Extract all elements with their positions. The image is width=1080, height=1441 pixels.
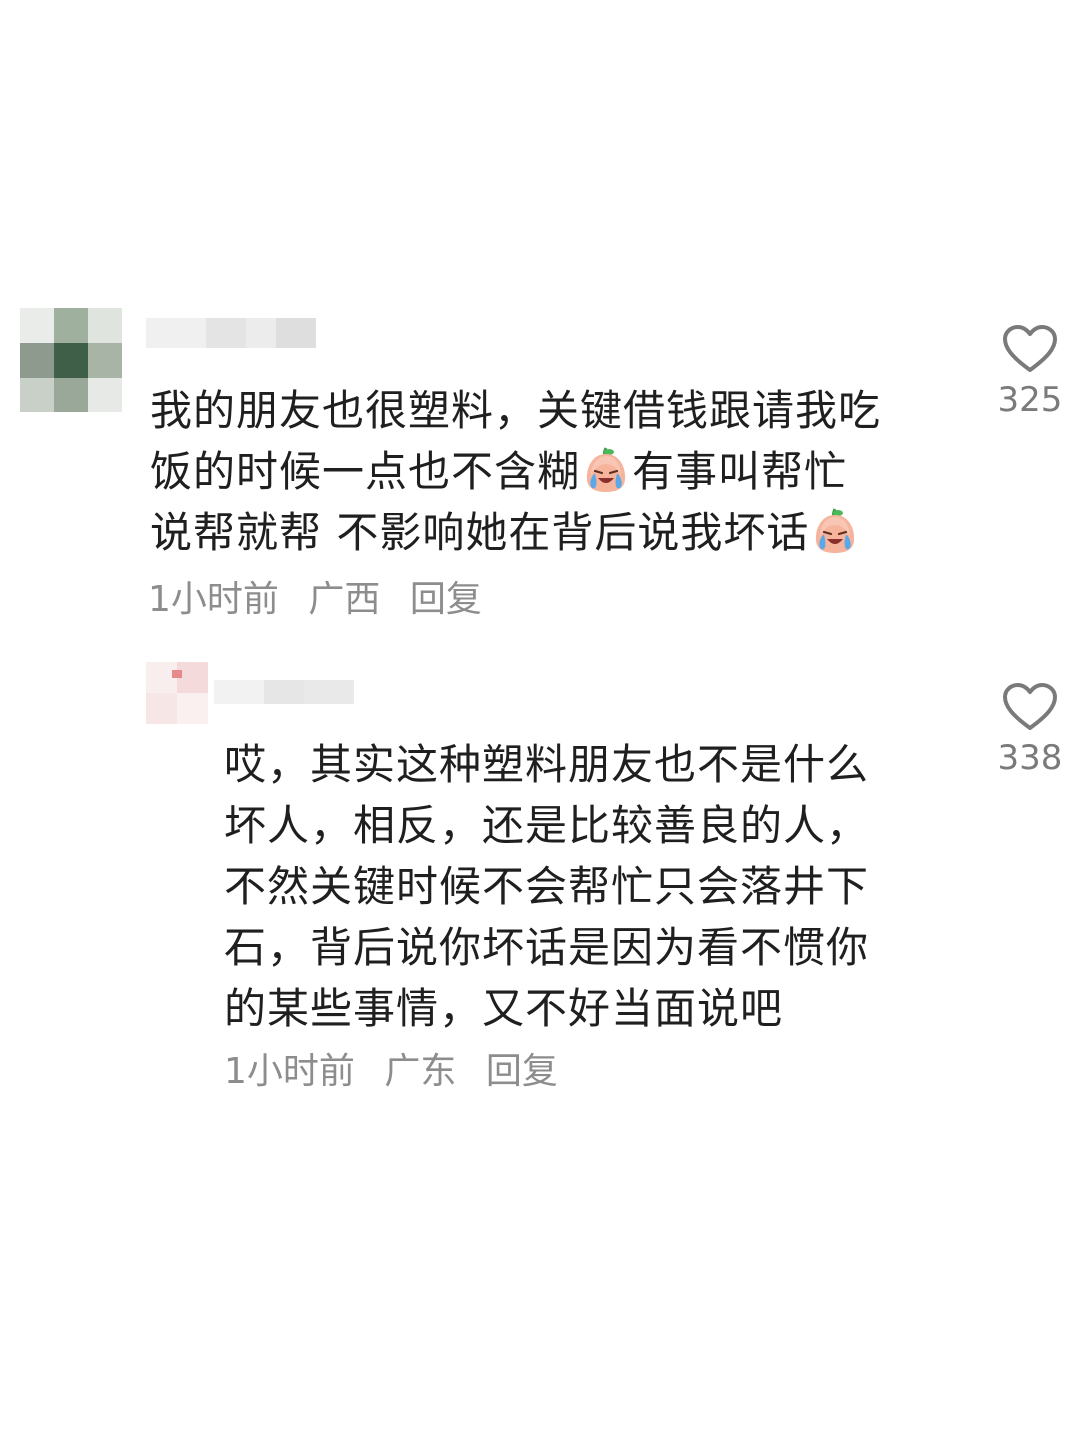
like-button[interactable]: 338 bbox=[990, 682, 1070, 778]
reply-button[interactable]: 回复 bbox=[410, 579, 482, 620]
comment-location: 广西 bbox=[308, 579, 381, 620]
comment-item: 我的朋友也很塑料，关键借钱跟请我吃 饭的时候一点也不含糊 有事叫帮忙 说帮就帮 … bbox=[0, 0, 1080, 640]
like-button[interactable]: 325 bbox=[990, 324, 1070, 420]
username-blurred[interactable] bbox=[214, 680, 354, 704]
avatar[interactable] bbox=[20, 308, 122, 412]
comment-time: 1小时前 bbox=[148, 579, 279, 620]
comment-location: 广东 bbox=[384, 1051, 457, 1092]
comment-time: 1小时前 bbox=[224, 1051, 355, 1092]
comment-meta: 1小时前 广东 回复 bbox=[224, 1052, 576, 1092]
comment-line: 说帮就帮 不影响她在背后说我坏话 bbox=[150, 502, 881, 563]
heart-icon bbox=[1003, 683, 1057, 730]
reply-button[interactable]: 回复 bbox=[486, 1051, 558, 1092]
comment-line: 饭的时候一点也不含糊 有事叫帮忙 bbox=[150, 447, 848, 496]
like-count: 325 bbox=[997, 380, 1063, 420]
heart-icon bbox=[1003, 325, 1057, 372]
comment-line: 我的朋友也很塑料，关键借钱跟请我吃 bbox=[150, 386, 882, 435]
comment-line: 哎，其实这种塑料朋友也不是什么 bbox=[224, 740, 870, 789]
comment-line: 坏人，相反，还是比较善良的人， bbox=[224, 801, 870, 850]
like-count: 338 bbox=[997, 738, 1063, 778]
avatar[interactable] bbox=[146, 662, 208, 724]
comment-line: 的某些事情，又不好当面说吧 bbox=[224, 984, 784, 1033]
username-blurred[interactable] bbox=[146, 318, 316, 348]
comment-item: 哎，其实这种塑料朋友也不是什么 坏人，相反，还是比较善良的人， 不然关键时候不会… bbox=[0, 640, 1080, 1120]
comment-text: 我的朋友也很塑料，关键借钱跟请我吃 饭的时候一点也不含糊 有事叫帮忙 说帮就帮 … bbox=[150, 380, 881, 563]
comment-text: 哎，其实这种塑料朋友也不是什么 坏人，相反，还是比较善良的人， 不然关键时候不会… bbox=[224, 734, 869, 1039]
comment-line: 石，背后说你坏话是因为看不惯你 bbox=[224, 923, 870, 972]
comment-line: 不然关键时候不会帮忙只会落井下 bbox=[224, 862, 870, 911]
crying-face-emoji-icon bbox=[586, 447, 626, 492]
crying-face-emoji-icon bbox=[816, 508, 855, 553]
comment-meta: 1小时前 广西 回复 bbox=[148, 580, 500, 620]
